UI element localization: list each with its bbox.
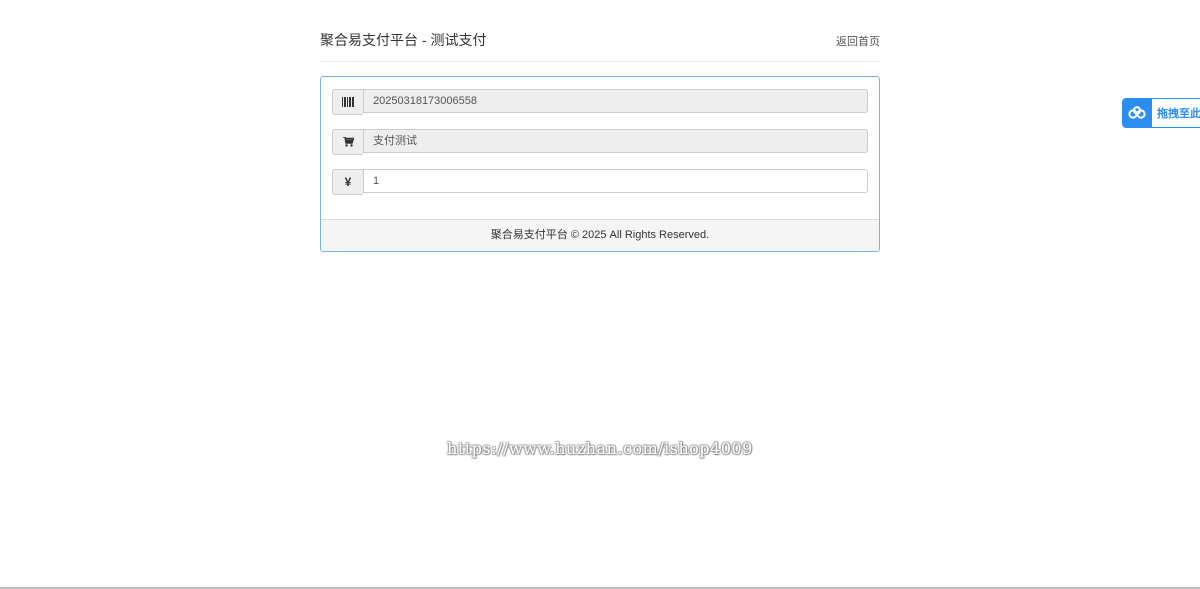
payment-panel: ¥ 聚合易支付平台 © 2025 All Rights Reserved. [320, 76, 880, 252]
cloud-icon [1123, 99, 1152, 127]
page-header: 聚合易支付平台 - 测试支付 返回首页 [320, 28, 880, 62]
drag-drop-label: 拖拽至此 [1157, 108, 1200, 120]
page: 聚合易支付平台 - 测试支付 返回首页 20250318173006558 支付… [0, 0, 1200, 589]
home-link[interactable]: 返回首页 [836, 33, 880, 49]
cart-icon [332, 129, 363, 155]
barcode-icon [332, 89, 363, 115]
order-no-group [332, 89, 868, 115]
panel-footer: 聚合易支付平台 © 2025 All Rights Reserved. [321, 219, 879, 251]
order-no-field[interactable] [363, 89, 868, 113]
product-name-group [332, 129, 868, 155]
watermark-text: https://www.huzhan.com/ishop4009 [447, 439, 753, 458]
drag-drop-widget[interactable]: 拖拽至此 [1122, 98, 1200, 128]
yen-icon: ¥ [332, 169, 363, 195]
amount-group: ¥ [332, 169, 868, 195]
amount-field[interactable] [363, 169, 868, 193]
product-name-field[interactable] [363, 129, 868, 153]
page-title: 聚合易支付平台 - 测试支付 [320, 32, 487, 48]
